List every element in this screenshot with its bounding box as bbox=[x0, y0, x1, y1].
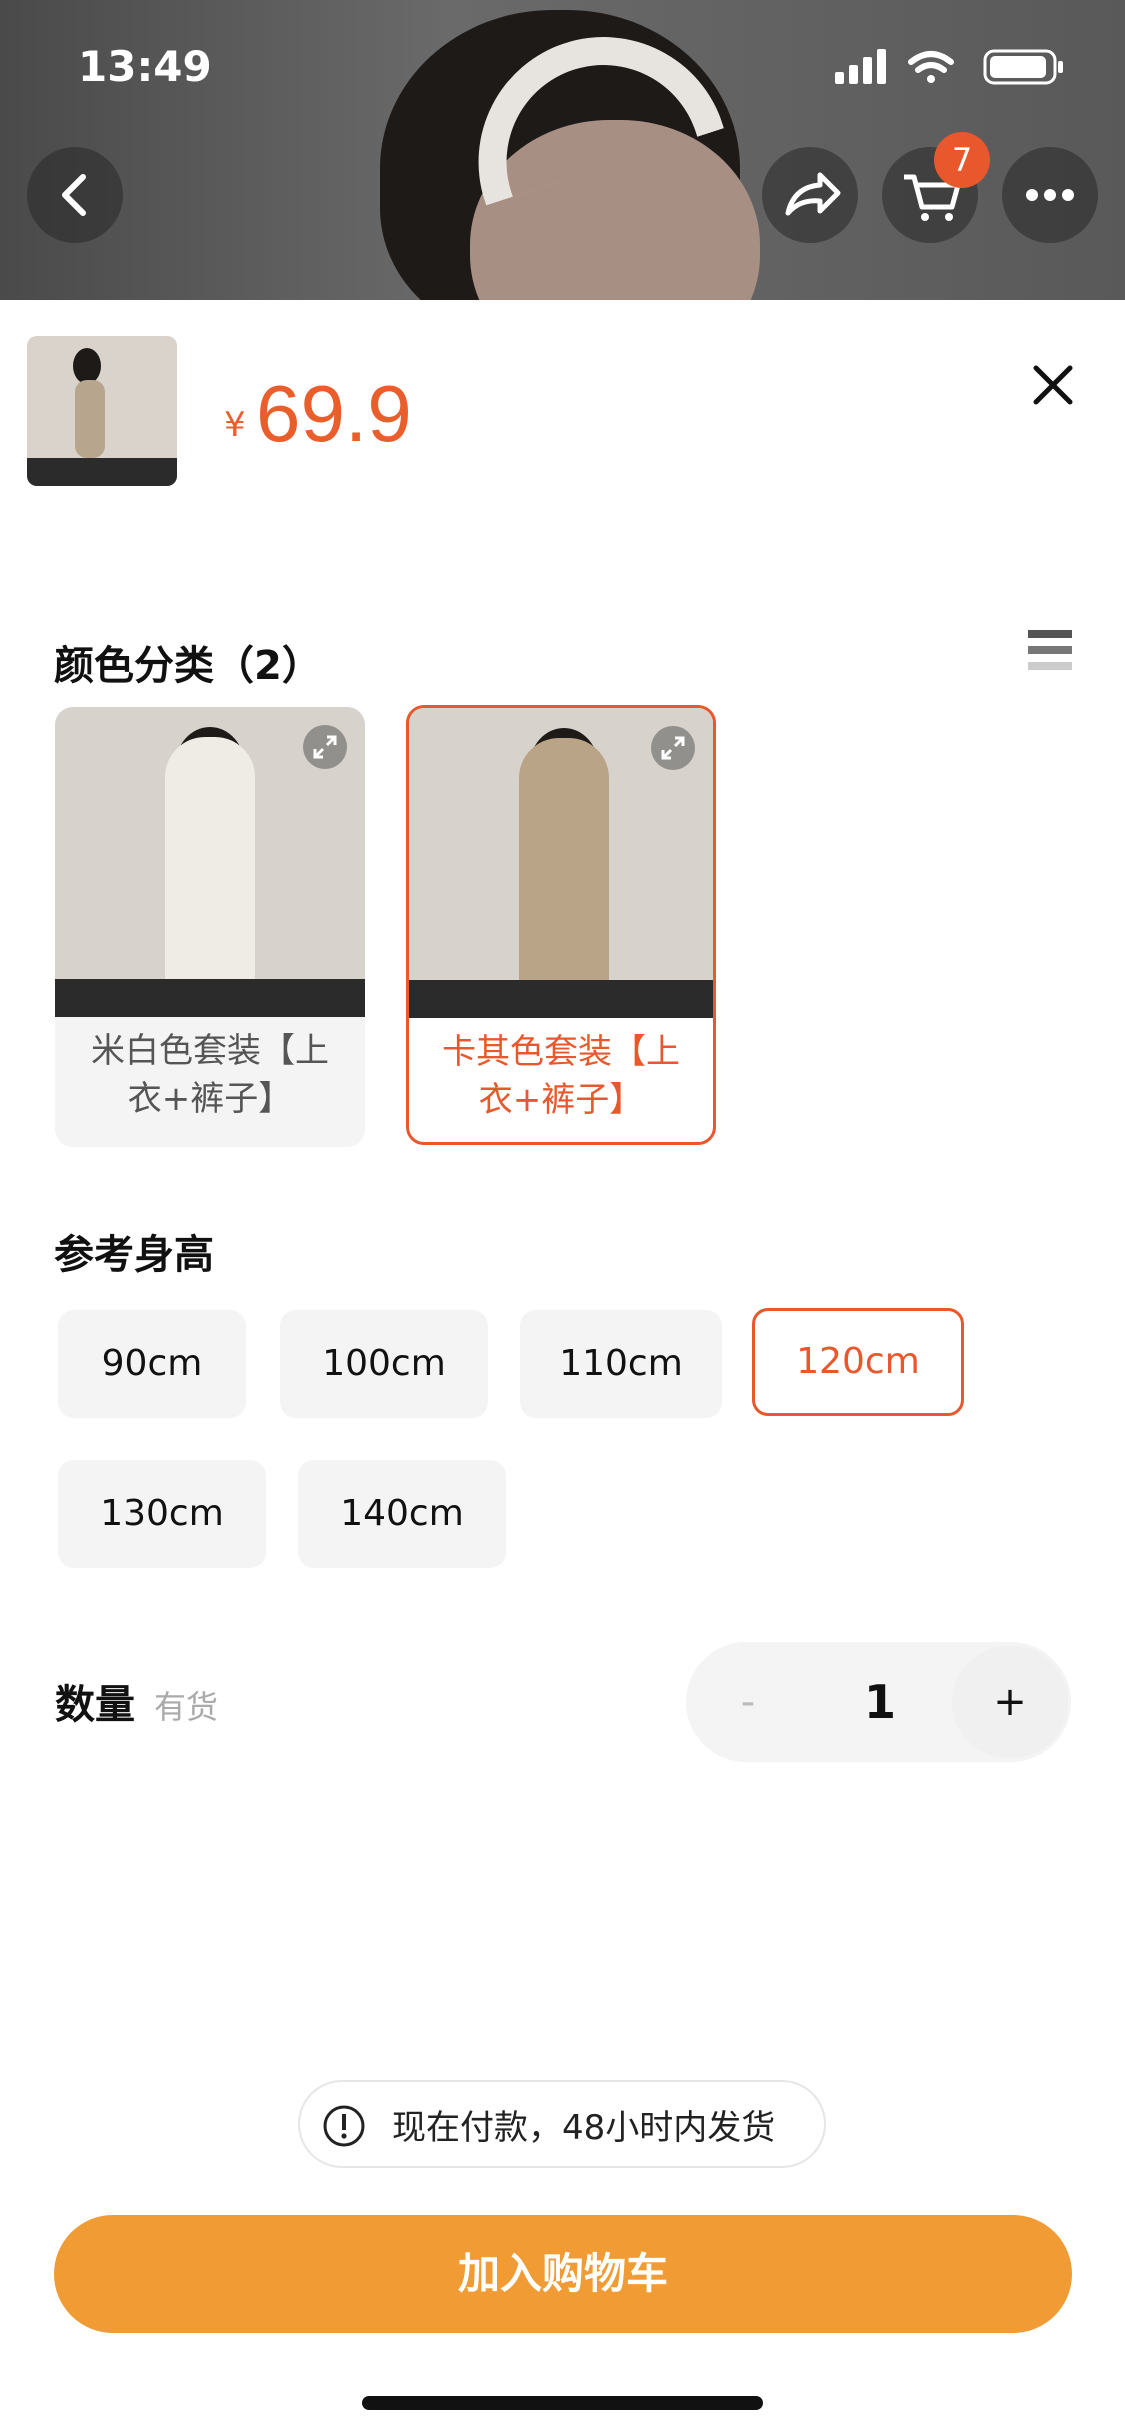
product-thumbnail[interactable] bbox=[27, 336, 177, 486]
color-option-label: 卡其色套装【上衣+裤子】 bbox=[442, 1032, 680, 1120]
size-option[interactable]: 100cm bbox=[280, 1310, 488, 1418]
close-icon bbox=[1033, 365, 1073, 405]
wifi-icon bbox=[908, 51, 954, 83]
share-button[interactable] bbox=[762, 147, 858, 243]
size-option[interactable]: 90cm bbox=[58, 1310, 246, 1418]
color-option-image bbox=[409, 708, 713, 1018]
size-option[interactable]: 140cm bbox=[298, 1460, 506, 1568]
status-time: 13:49 bbox=[78, 42, 212, 91]
color-option-image bbox=[55, 707, 365, 1017]
size-option[interactable]: 130cm bbox=[58, 1460, 266, 1568]
add-to-cart-button[interactable]: 加入购物车 bbox=[54, 2215, 1072, 2333]
thumbnail-image bbox=[27, 336, 177, 486]
color-section-title: 颜色分类（2） bbox=[54, 643, 322, 689]
increment-button[interactable]: + bbox=[952, 1646, 1068, 1758]
info-icon bbox=[322, 2104, 366, 2148]
close-button[interactable] bbox=[1030, 362, 1076, 408]
more-dots-icon bbox=[1026, 189, 1074, 201]
back-button[interactable] bbox=[27, 147, 123, 243]
quantity-value[interactable]: 1 bbox=[820, 1646, 940, 1758]
chevron-left-icon bbox=[62, 174, 86, 216]
status-icons bbox=[835, 46, 1085, 86]
size-option-selected[interactable]: 120cm bbox=[752, 1308, 964, 1416]
battery-icon bbox=[983, 49, 1063, 85]
quantity-label: 数量 bbox=[55, 1682, 135, 1728]
price-currency: ¥ bbox=[224, 405, 246, 445]
price-value: 69.9 bbox=[256, 369, 412, 458]
color-option-card-selected[interactable]: 卡其色套装【上衣+裤子】 bbox=[406, 705, 716, 1145]
more-button[interactable] bbox=[1002, 147, 1098, 243]
color-option-label: 米白色套装【上衣+裤子】 bbox=[91, 1031, 329, 1119]
expand-icon[interactable] bbox=[651, 726, 695, 770]
list-view-toggle[interactable] bbox=[1028, 628, 1072, 672]
size-section-title: 参考身高 bbox=[54, 1232, 214, 1278]
size-option[interactable]: 110cm bbox=[520, 1310, 722, 1418]
color-option-card[interactable]: 米白色套装【上衣+裤子】 bbox=[55, 707, 365, 1147]
signal-icon bbox=[835, 49, 886, 84]
home-indicator[interactable] bbox=[362, 2396, 763, 2410]
shipping-notice-text: 现在付款，48小时内发货 bbox=[392, 2108, 776, 2148]
stock-status: 有货 bbox=[154, 1688, 219, 1726]
expand-icon[interactable] bbox=[303, 725, 347, 769]
share-icon bbox=[785, 172, 841, 216]
cart-count-badge: 7 bbox=[934, 132, 990, 188]
decrement-button[interactable]: - bbox=[690, 1646, 806, 1758]
list-icon bbox=[1028, 630, 1072, 670]
